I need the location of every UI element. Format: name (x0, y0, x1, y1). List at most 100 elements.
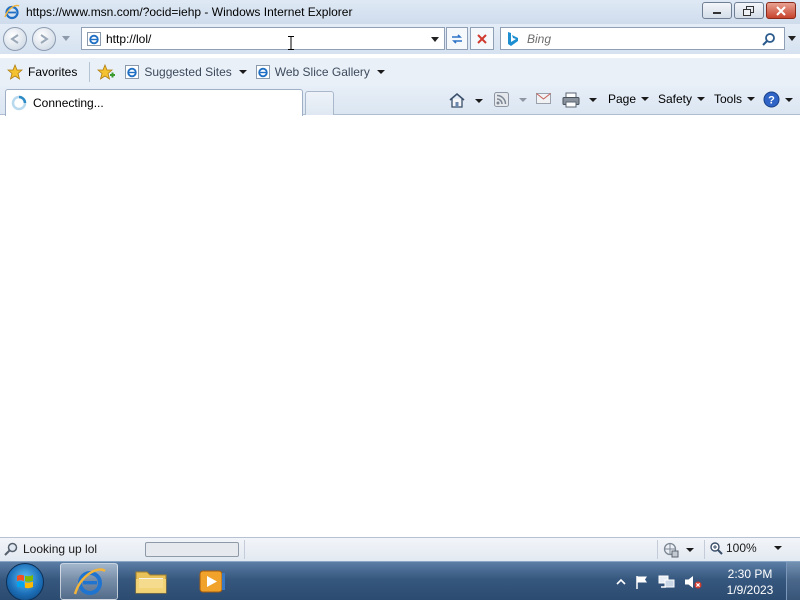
title-bar[interactable]: https://www.msn.com/?ocid=iehp - Windows… (0, 0, 800, 24)
taskbar-windows-explorer[interactable] (122, 563, 180, 600)
suggested-sites-label: Suggested Sites (144, 65, 232, 79)
caption-buttons (702, 2, 796, 19)
print-dropdown-icon[interactable] (589, 98, 597, 102)
system-clock[interactable]: 2:30 PM 1/9/2023 (722, 566, 778, 598)
refresh-button[interactable] (446, 27, 468, 50)
tools-menu-label: Tools (714, 92, 743, 106)
tab-connecting[interactable]: Connecting... (5, 89, 303, 116)
web-slice-gallery-link[interactable]: Web Slice Gallery (255, 64, 385, 80)
restore-icon (743, 5, 754, 16)
page-ie-icon (87, 31, 101, 46)
favorites-label: Favorites (28, 65, 78, 79)
web-slice-gallery-dropdown-icon[interactable] (376, 70, 385, 74)
page-menu[interactable]: Page (608, 92, 650, 106)
help-dropdown-icon (785, 97, 793, 102)
folder-icon (135, 571, 167, 594)
show-hidden-icons-icon[interactable] (616, 578, 626, 586)
address-bar[interactable] (81, 27, 445, 50)
back-arrow-icon (10, 34, 19, 44)
window-title: https://www.msn.com/?ocid=iehp - Windows… (26, 5, 353, 19)
stop-button[interactable] (470, 27, 494, 50)
status-text: Looking up lol (23, 542, 98, 556)
magnifier-status-icon (4, 542, 18, 556)
tab-label: Connecting... (33, 96, 104, 110)
home-dropdown-icon[interactable] (475, 98, 483, 103)
home-button[interactable] (448, 92, 483, 109)
protected-mode-zone[interactable] (662, 542, 694, 558)
zoom-level: 100% (726, 541, 757, 555)
help-menu[interactable]: ? (763, 91, 793, 108)
suggested-sites-dropdown-icon[interactable] (238, 70, 247, 74)
favorites-button[interactable]: Favorites (7, 64, 77, 80)
forward-arrow-icon (40, 34, 49, 44)
search-input[interactable] (527, 31, 757, 46)
page-menu-dropdown-icon (641, 97, 650, 101)
page-load-progress-bar (145, 542, 239, 557)
loading-spinner-icon (11, 95, 27, 111)
navigation-bar (0, 24, 800, 54)
new-tab-button[interactable] (305, 91, 334, 115)
restore-button[interactable] (734, 2, 764, 19)
safety-menu[interactable]: Safety (658, 92, 706, 106)
feeds-button[interactable] (494, 92, 527, 107)
media-player-icon (199, 570, 225, 593)
web-slice-ie-icon (255, 65, 270, 79)
status-divider (704, 540, 705, 559)
ie-logo-icon (4, 4, 20, 20)
suggested-sites-link[interactable]: Suggested Sites (124, 64, 247, 80)
recent-pages-dropdown-icon[interactable] (62, 36, 70, 41)
taskbar: 2:30 PM 1/9/2023 (0, 561, 800, 600)
svg-text:?: ? (768, 95, 775, 107)
network-icon[interactable] (658, 574, 676, 590)
close-icon (776, 5, 786, 16)
add-to-favorites-bar-icon[interactable] (96, 63, 116, 81)
action-center-flag-icon[interactable] (634, 574, 650, 590)
status-message: Looking up lol (4, 542, 97, 556)
print-button[interactable] (562, 92, 597, 108)
zoom-magnifier-icon (710, 541, 723, 555)
page-menu-label: Page (608, 92, 637, 106)
address-dropdown-icon[interactable] (431, 37, 439, 42)
safety-menu-dropdown-icon (697, 97, 706, 101)
notification-area (616, 562, 702, 600)
favorites-separator (89, 62, 91, 82)
text-cursor-icon (288, 36, 294, 50)
volume-muted-icon[interactable] (684, 574, 702, 590)
taskbar-windows-media-player[interactable] (182, 563, 240, 600)
clock-time: 2:30 PM (727, 567, 773, 581)
taskbar-internet-explorer[interactable] (60, 563, 118, 600)
feeds-dropdown-icon[interactable] (519, 97, 527, 102)
close-button[interactable] (766, 2, 796, 19)
zoom-dropdown-icon[interactable] (773, 546, 782, 550)
search-box[interactable] (500, 27, 785, 50)
bing-logo-icon (508, 31, 518, 46)
minimize-icon (713, 11, 721, 14)
tab-row: Connecting... Page Safety Tools ? (0, 86, 800, 116)
page-content-area[interactable] (0, 116, 800, 537)
tools-menu[interactable]: Tools (714, 92, 756, 106)
minimize-button[interactable] (702, 2, 732, 19)
rss-feed-icon (494, 92, 509, 107)
printer-icon (562, 92, 580, 108)
address-input[interactable] (106, 29, 416, 48)
refresh-icon (452, 33, 462, 44)
zone-dropdown-icon[interactable] (686, 548, 694, 552)
forward-button[interactable] (32, 27, 56, 51)
search-icon[interactable] (762, 32, 776, 46)
mail-icon (536, 93, 551, 104)
start-button[interactable] (6, 563, 44, 600)
windows-logo-icon (17, 574, 33, 589)
back-button[interactable] (3, 27, 27, 51)
show-desktop-button[interactable] (786, 562, 800, 600)
favorites-bar: Favorites Suggested Sites Web Slice Gall… (0, 58, 800, 86)
status-divider (657, 540, 658, 559)
favorites-star-icon (7, 64, 23, 80)
read-mail-button[interactable] (536, 92, 551, 104)
search-options-dropdown-icon[interactable] (788, 36, 796, 41)
tools-menu-dropdown-icon (747, 97, 756, 101)
status-bar: Looking up lol 100% (0, 537, 800, 561)
zoom-control[interactable]: 100% (710, 541, 782, 555)
clock-date: 1/9/2023 (726, 583, 774, 597)
globe-protected-mode-icon (663, 542, 679, 558)
status-divider (244, 540, 245, 559)
